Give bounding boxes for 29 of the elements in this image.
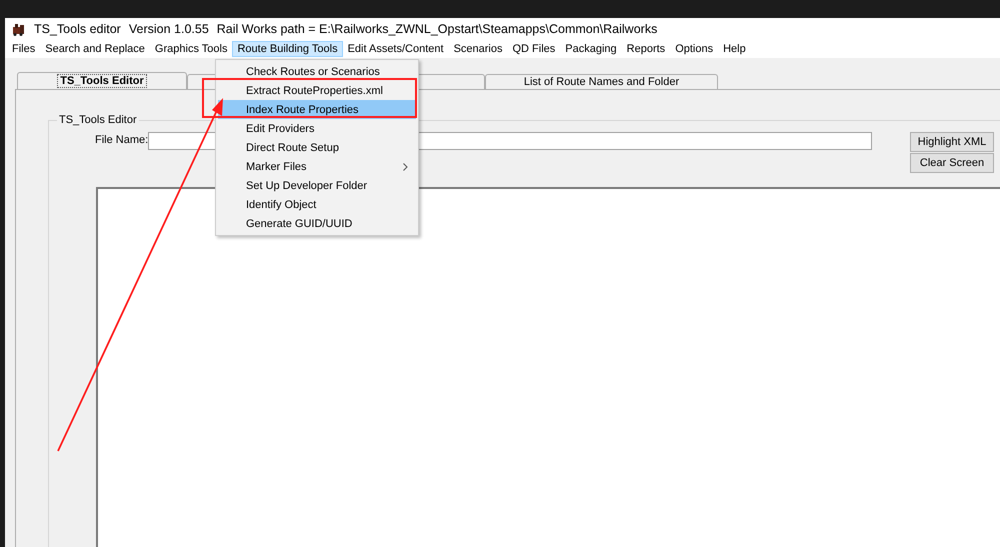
menu-item[interactable]: Direct Route Setup <box>218 138 416 157</box>
menu-item[interactable]: Help <box>718 41 751 57</box>
locomotive-icon <box>12 22 26 36</box>
menu-item[interactable]: Graphics Tools <box>150 41 232 57</box>
group-title: TS_Tools Editor <box>58 114 138 126</box>
menu-item[interactable]: QD Files <box>508 41 560 57</box>
menu-item[interactable]: Generate GUID/UUID <box>218 214 416 233</box>
version-label: Version 1.0.55 <box>128 22 209 36</box>
menu-item[interactable]: Extract RouteProperties.xml <box>218 81 416 100</box>
menu-item[interactable]: Reports <box>622 41 670 57</box>
menu-item[interactable]: Files <box>7 41 40 57</box>
menu-item[interactable]: Scenarios <box>448 41 508 57</box>
menu-item[interactable]: Marker Files <box>218 157 416 176</box>
tab[interactable]: TS_Tools Editor <box>17 72 187 89</box>
menu-item[interactable]: Identify Object <box>218 195 416 214</box>
file-name-label: File Name: <box>95 134 148 146</box>
menu-item[interactable]: Search and Replace <box>40 41 150 57</box>
path-label: Rail Works path = E:\Railworks_ZWNL_Opstart\Steamapps\Common\Railworks <box>216 22 658 36</box>
window-title: TS_Tools editor <box>34 22 121 36</box>
menu-item[interactable]: Edit Assets/Content <box>342 41 449 57</box>
menu-item[interactable]: Route Building Tools <box>232 41 343 57</box>
menu-item[interactable]: Packaging <box>560 41 622 57</box>
tab[interactable]: List of Route Names and Folder <box>485 74 718 89</box>
menu-item[interactable]: Set Up Developer Folder <box>218 176 416 195</box>
menu-item[interactable]: Edit Providers <box>218 119 416 138</box>
toolbar-button[interactable]: Clear Screen <box>910 153 994 173</box>
menu-item[interactable]: Check Routes or Scenarios <box>218 62 416 81</box>
toolbar-button[interactable]: Highlight XML <box>910 132 994 152</box>
menu-item[interactable]: Options <box>670 41 718 57</box>
